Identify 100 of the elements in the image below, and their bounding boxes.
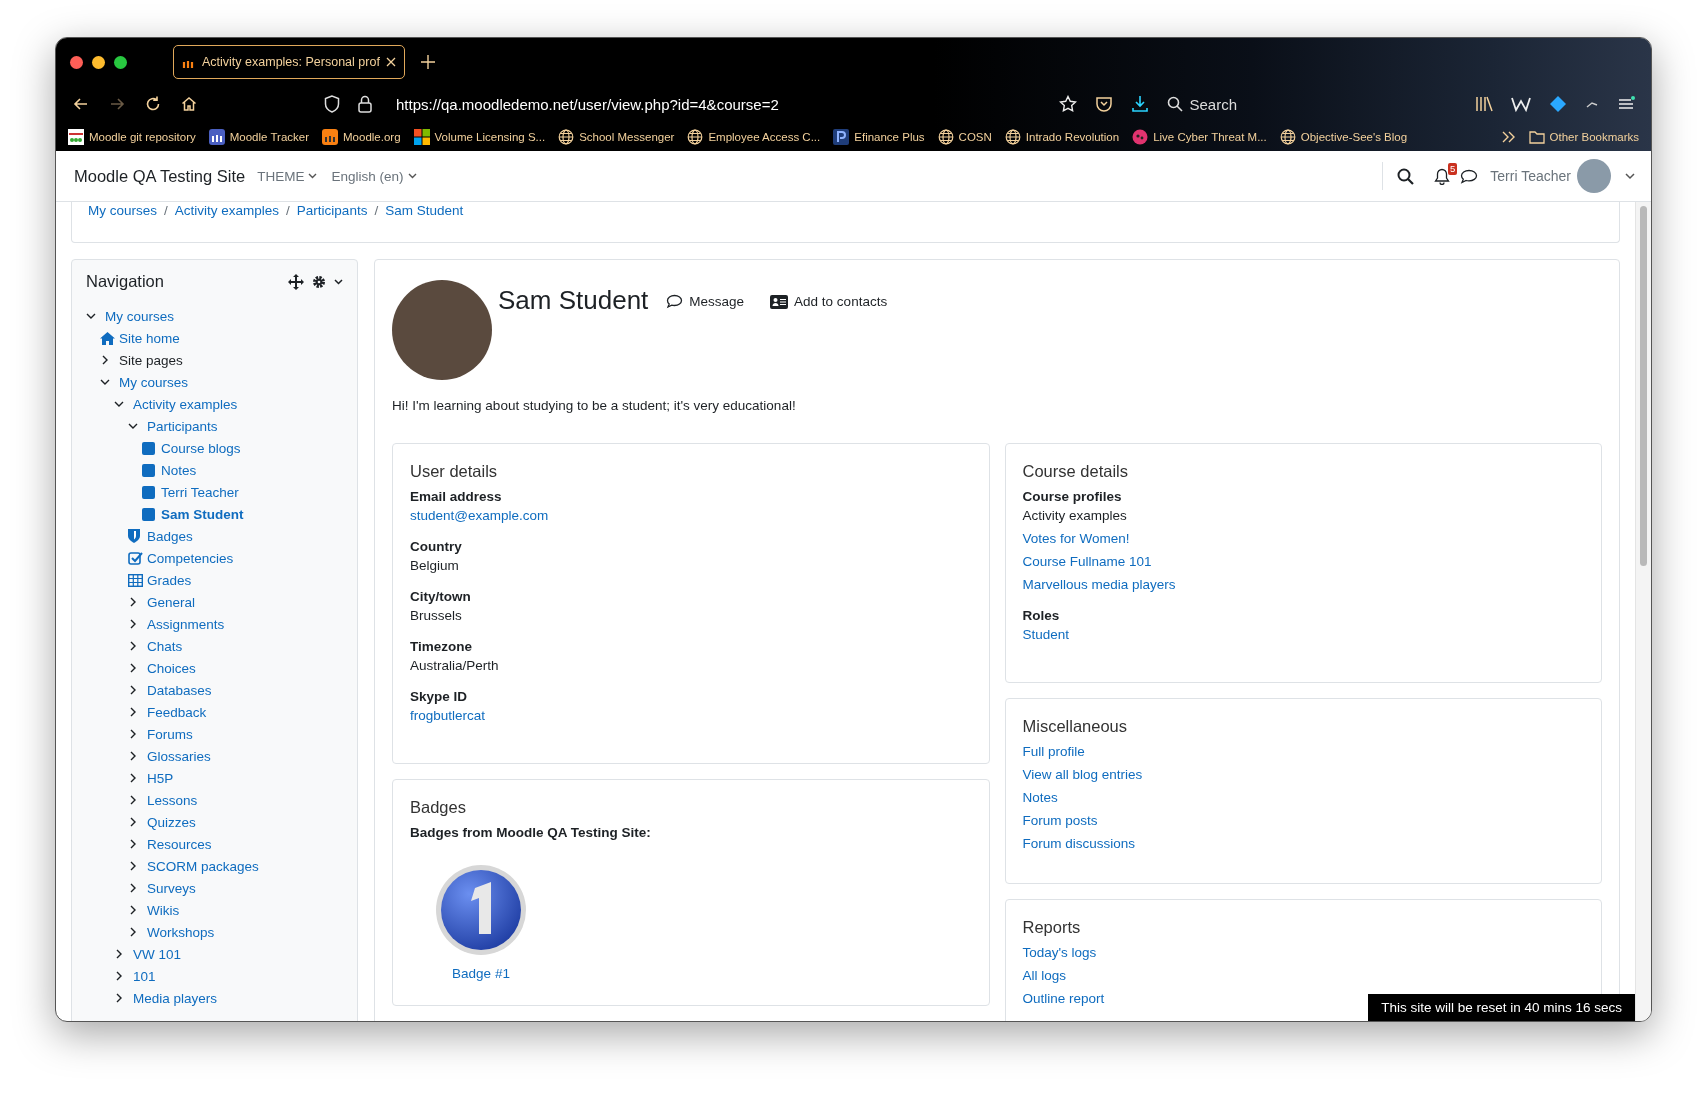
chevron-right-icon[interactable] (128, 685, 138, 695)
chevron-right-icon[interactable] (128, 751, 138, 761)
nav-link[interactable]: Notes (161, 462, 197, 478)
url-field[interactable]: https://qa.moodledemo.net/user/view.php?id=4&course=2 (396, 95, 779, 113)
scrollbar[interactable] (1635, 202, 1651, 1021)
nav-link[interactable]: Forums (147, 726, 193, 742)
bell-icon[interactable] (1434, 167, 1451, 185)
nav-link[interactable]: Activity examples (133, 396, 238, 412)
chevron-down-icon[interactable] (128, 421, 138, 431)
chevron-right-icon[interactable] (128, 641, 138, 651)
language-menu[interactable]: English (en) (331, 168, 417, 184)
nav-link[interactable]: Databases (147, 682, 212, 698)
nav-link[interactable]: Quizzes (147, 814, 196, 830)
bookmark-item[interactable]: Objective-See's Blog (1279, 128, 1408, 145)
chevron-right-icon[interactable] (128, 597, 138, 607)
breadcrumb-link[interactable]: Activity examples (174, 203, 280, 218)
profile-link[interactable]: Forum posts (1022, 813, 1098, 828)
bookmark-item[interactable]: Intrado Revolution (1004, 128, 1120, 145)
chevron-down-icon[interactable] (86, 311, 96, 321)
extension-icon[interactable] (1511, 95, 1531, 113)
nav-link[interactable]: VW 101 (133, 946, 182, 962)
nav-link[interactable]: Glossaries (147, 748, 211, 764)
nav-link[interactable]: H5P (147, 770, 174, 786)
profile-link[interactable]: Forum discussions (1022, 836, 1136, 851)
nav-link[interactable]: Assignments (147, 616, 225, 632)
avatar-placeholder[interactable] (1577, 159, 1611, 193)
new-tab-icon[interactable] (420, 55, 435, 69)
other-bookmarks-button[interactable]: Other Bookmarks (1528, 129, 1639, 144)
extension-icon[interactable] (1549, 95, 1567, 113)
bookmark-item[interactable]: COSN (937, 128, 992, 145)
chevron-right-icon[interactable] (128, 839, 138, 849)
user-name[interactable]: Terri Teacher (1490, 168, 1571, 184)
chevron-right-icon[interactable] (128, 707, 138, 717)
profile-link[interactable]: Student (1022, 627, 1070, 642)
nav-link[interactable]: Grades (147, 572, 192, 588)
chevron-right-icon[interactable] (128, 663, 138, 673)
caret-icon[interactable] (1625, 172, 1635, 180)
bookmark-item[interactable]: Volume Licensing S... (413, 128, 546, 145)
close-button[interactable] (70, 55, 83, 69)
chevron-right-icon[interactable] (128, 905, 138, 915)
chevron-right-icon[interactable] (114, 993, 124, 1003)
search-icon[interactable] (1397, 167, 1415, 185)
pocket-icon[interactable] (1095, 95, 1114, 113)
profile-link[interactable]: Marvellous media players (1022, 577, 1176, 592)
chevron-down-icon[interactable] (114, 399, 124, 409)
chevron-right-icon[interactable] (128, 619, 138, 629)
browser-tab[interactable]: Activity examples: Personal prof (173, 45, 405, 79)
chevron-right-icon[interactable] (128, 795, 138, 805)
caret-icon[interactable] (334, 278, 343, 285)
download-icon[interactable] (1131, 95, 1150, 113)
site-name[interactable]: Moodle QA Testing Site (74, 166, 246, 186)
search-icon[interactable] (1167, 96, 1184, 112)
chevron-right-icon[interactable] (114, 949, 124, 959)
bookmark-item[interactable]: Moodle.org (322, 128, 401, 145)
star-icon[interactable] (1059, 95, 1078, 113)
chevron-right-icon[interactable] (128, 773, 138, 783)
nav-link[interactable]: Resources (147, 836, 212, 852)
nav-link[interactable]: Choices (147, 660, 196, 676)
library-icon[interactable] (1475, 96, 1493, 112)
lock-icon[interactable] (358, 95, 372, 113)
profile-link[interactable]: Today's logs (1022, 945, 1097, 960)
bookmark-item[interactable]: Employee Access C... (687, 128, 821, 145)
profile-action[interactable]: Add to contacts (770, 294, 888, 309)
nav-item[interactable]: Site pages (119, 352, 183, 368)
shield-icon[interactable] (324, 95, 340, 113)
chevron-right-icon[interactable] (128, 817, 138, 827)
nav-link[interactable]: 101 (133, 968, 156, 984)
nav-link[interactable]: Site home (119, 330, 180, 346)
chevrons-right-icon[interactable] (1501, 130, 1516, 143)
profile-link[interactable]: View all blog entries (1022, 767, 1143, 782)
nav-link[interactable]: My courses (119, 374, 189, 390)
chevron-right-icon[interactable] (128, 927, 138, 937)
profile-link[interactable]: All logs (1022, 968, 1067, 983)
profile-action[interactable]: Message (666, 294, 745, 309)
profile-link[interactable]: Course Fullname 101 (1022, 554, 1152, 569)
nav-link[interactable]: Participants (147, 418, 218, 434)
nav-link[interactable]: Badges (147, 528, 193, 544)
nav-link[interactable]: Terri Teacher (161, 484, 239, 500)
close-icon[interactable] (385, 57, 396, 67)
nav-link[interactable]: Surveys (147, 880, 196, 896)
chevron-right-icon[interactable] (114, 971, 124, 981)
chevron-right-icon[interactable] (128, 729, 138, 739)
minimize-button[interactable] (92, 55, 105, 69)
reload-icon[interactable] (144, 95, 162, 113)
nav-link[interactable]: My courses (105, 308, 175, 324)
profile-link[interactable]: Votes for Women! (1022, 531, 1130, 546)
settings-icon[interactable] (312, 274, 326, 289)
menu-icon[interactable] (1617, 96, 1635, 112)
profile-link[interactable]: Notes (1022, 790, 1058, 805)
profile-link[interactable]: Full profile (1022, 744, 1085, 759)
nav-link[interactable]: Workshops (147, 924, 215, 940)
theme-menu[interactable]: THEME (257, 168, 318, 184)
nav-link[interactable]: Course blogs (161, 440, 241, 456)
speech-bubble-icon[interactable] (1460, 168, 1479, 184)
nav-link[interactable]: Media players (133, 990, 218, 1006)
nav-link[interactable]: Competencies (147, 550, 234, 566)
nav-link[interactable]: General (147, 594, 196, 610)
nav-link[interactable]: SCORM packages (147, 858, 259, 874)
chevron-down-icon[interactable] (100, 377, 110, 387)
breadcrumb-link[interactable]: Participants (296, 203, 368, 218)
